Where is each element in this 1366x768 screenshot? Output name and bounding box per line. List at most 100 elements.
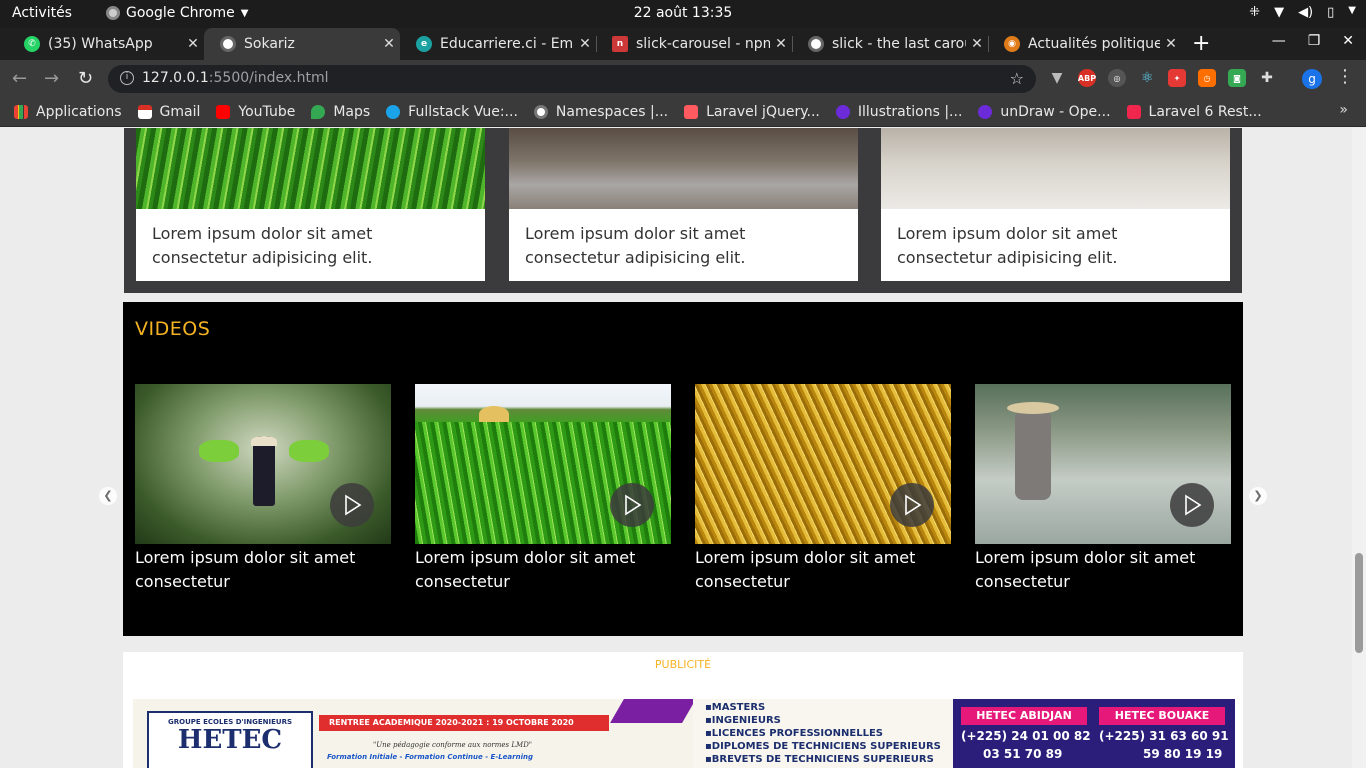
close-window-icon[interactable]: ✕ xyxy=(1342,33,1354,49)
whatsapp-icon: ✆ xyxy=(24,36,40,52)
videos-heading: VIDEOS xyxy=(135,318,211,340)
wifi-icon: ▼ xyxy=(1274,5,1285,20)
bookmark-namespaces[interactable]: Namespaces |... xyxy=(533,104,668,120)
extension-icon[interactable]: ◎ xyxy=(1108,69,1126,87)
bookmark-star-icon[interactable]: ☆ xyxy=(1010,69,1024,88)
news-card[interactable]: Lorem ipsum dolor sit amet consectetur a… xyxy=(881,128,1230,281)
bookmark-laravel-jquery[interactable]: Laravel jQuery... xyxy=(684,104,820,120)
bookmark-applications[interactable]: Applications xyxy=(14,104,122,120)
educarriere-icon: e xyxy=(416,36,432,52)
news-icon: ◉ xyxy=(1004,36,1020,52)
youtube-icon xyxy=(216,104,231,119)
close-icon[interactable]: ✕ xyxy=(770,36,792,52)
timer-icon[interactable]: ◷ xyxy=(1198,69,1216,87)
puzzle-icon[interactable]: ✚ xyxy=(1258,69,1276,87)
play-button[interactable] xyxy=(330,483,374,527)
bouake-phone-2: 59 80 19 19 xyxy=(1143,747,1223,761)
close-icon[interactable]: ✕ xyxy=(1160,36,1182,52)
tab-sokariz[interactable]: Sokariz ✕ xyxy=(204,28,400,60)
back-button[interactable]: ← xyxy=(12,68,27,89)
hetec-logo: GROUPE ECOLES D'INGENIEURS HETEC xyxy=(147,711,313,768)
play-button[interactable] xyxy=(610,483,654,527)
extension-icon[interactable]: ◙ xyxy=(1228,69,1246,87)
tab-slick-npm[interactable]: n slick-carousel - npm ✕ xyxy=(596,28,792,60)
forward-button[interactable]: → xyxy=(44,68,59,89)
npm-icon: n xyxy=(612,36,628,52)
news-card-text: Lorem ipsum dolor sit amet consectetur a… xyxy=(525,224,746,267)
play-button[interactable] xyxy=(1170,483,1214,527)
maps-pin-icon xyxy=(311,104,326,119)
video-card[interactable]: Lorem ipsum dolor sit amet consectetur xyxy=(415,384,671,594)
tab-educarriere[interactable]: e Educarriere.ci - Emp ✕ xyxy=(400,28,596,60)
program-item: ▪LICENCES PROFESSIONNELLES xyxy=(705,728,883,739)
banner-left-panel: GROUPE ECOLES D'INGENIEURS HETEC RENTREE… xyxy=(133,699,696,768)
url-text[interactable]: 127.0.0.1:5500/index.html xyxy=(142,70,329,86)
bookmark-fullstack-vue[interactable]: Fullstack Vue:... xyxy=(386,104,518,120)
news-card[interactable]: Lorem ipsum dolor sit amet consectetur a… xyxy=(136,128,485,281)
carousel-next-button[interactable]: ❯ xyxy=(1249,487,1267,505)
decor-shape xyxy=(610,699,696,723)
green-rice-field-image xyxy=(415,384,671,544)
page-viewport: Lorem ipsum dolor sit amet consectetur a… xyxy=(0,128,1366,768)
tab-label: Educarriere.ci - Emp xyxy=(440,36,574,52)
farmer-carrying-rice-image xyxy=(135,384,391,544)
bookmark-youtube[interactable]: YouTube xyxy=(216,104,295,120)
scrollbar-thumb[interactable] xyxy=(1355,553,1363,653)
abidjan-phone-2: 03 51 70 89 xyxy=(983,747,1063,761)
close-icon[interactable]: ✕ xyxy=(966,36,988,52)
reload-button[interactable]: ↻ xyxy=(78,68,93,89)
chrome-menu-icon[interactable]: ⋮ xyxy=(1336,66,1354,87)
laravel-icon xyxy=(1126,104,1141,119)
news-section: Lorem ipsum dolor sit amet consectetur a… xyxy=(124,128,1242,293)
more-bookmarks-icon[interactable]: » xyxy=(1339,102,1348,118)
system-tray[interactable]: ⁜ ▼ ◀) ▯ ▼ xyxy=(1249,5,1356,20)
bookmark-laravel-rest[interactable]: Laravel 6 Rest... xyxy=(1126,104,1262,120)
news-card[interactable]: Lorem ipsum dolor sit amet consectetur a… xyxy=(509,128,858,281)
react-devtools-icon[interactable]: ⚛ xyxy=(1138,69,1156,87)
close-icon[interactable]: ✕ xyxy=(182,36,204,52)
close-icon[interactable]: ✕ xyxy=(378,36,400,52)
program-item: ▪MASTERS xyxy=(705,702,766,713)
hetec-ad-banner[interactable]: GROUPE ECOLES D'INGENIEURS HETEC RENTREE… xyxy=(133,699,1235,768)
maximize-icon[interactable]: ❐ xyxy=(1308,33,1321,49)
carousel-prev-button[interactable]: ❮ xyxy=(99,487,117,505)
minimize-icon[interactable]: — xyxy=(1272,33,1286,49)
extension-icon[interactable]: ✦ xyxy=(1168,69,1186,87)
tab-label: slick - the last carou xyxy=(832,36,966,52)
bookmark-maps[interactable]: Maps xyxy=(311,104,370,120)
advertising-section: PUBLICITÉ GROUPE ECOLES D'INGENIEURS HET… xyxy=(123,652,1243,768)
tab-whatsapp[interactable]: ✆ (35) WhatsApp ✕ xyxy=(8,28,204,60)
gmail-icon xyxy=(137,104,152,119)
page-scrollbar[interactable] xyxy=(1352,128,1366,768)
tab-label: (35) WhatsApp xyxy=(48,36,153,52)
bookmark-gmail[interactable]: Gmail xyxy=(137,104,200,120)
contacts-panel: HETEC ABIDJAN HETEC BOUAKE (+225) 24 01 … xyxy=(953,699,1235,768)
profile-avatar[interactable]: g xyxy=(1302,69,1322,89)
vue-devtools-icon[interactable]: ▼ xyxy=(1048,69,1066,87)
adblock-icon[interactable]: ABP xyxy=(1078,69,1096,87)
bookmarks-bar: Applications Gmail YouTube Maps Fullstac… xyxy=(0,97,1366,127)
video-card[interactable]: Lorem ipsum dolor sit amet consectetur xyxy=(135,384,391,594)
bookmark-illustrations[interactable]: Illustrations |... xyxy=(835,104,962,120)
tab-slick-carousel[interactable]: slick - the last carou ✕ xyxy=(792,28,988,60)
laravel-icon xyxy=(684,104,699,119)
video-card[interactable]: Lorem ipsum dolor sit amet consectetur xyxy=(695,384,951,594)
bouake-phone: (+225) 31 63 60 91 xyxy=(1099,729,1229,743)
video-caption: Lorem ipsum dolor sit amet consectetur xyxy=(695,548,916,591)
close-icon[interactable]: ✕ xyxy=(574,36,596,52)
clock[interactable]: 22 août 13:35 xyxy=(0,5,1366,21)
news-card-text: Lorem ipsum dolor sit amet consectetur a… xyxy=(897,224,1118,267)
bouake-title: HETEC BOUAKE xyxy=(1099,707,1225,725)
play-button[interactable] xyxy=(890,483,934,527)
window-controls: — ❐ ✕ xyxy=(1272,33,1354,49)
tab-label: Sokariz xyxy=(244,36,295,52)
new-tab-button[interactable]: + xyxy=(1192,31,1210,56)
site-info-icon[interactable]: i xyxy=(120,71,134,85)
video-card[interactable]: Lorem ipsum dolor sit amet consectetur xyxy=(975,384,1231,594)
tab-label: slick-carousel - npm xyxy=(636,36,770,52)
address-bar[interactable]: i 127.0.0.1:5500/index.html ☆ xyxy=(108,65,1036,93)
tab-strip: ✆ (35) WhatsApp ✕ Sokariz ✕ e Educarrier… xyxy=(0,28,1366,60)
flooded-paddy-image xyxy=(881,128,1230,209)
tab-actualites[interactable]: ◉ Actualités politique ✕ xyxy=(988,28,1182,60)
bookmark-undraw[interactable]: unDraw - Ope... xyxy=(978,104,1111,120)
